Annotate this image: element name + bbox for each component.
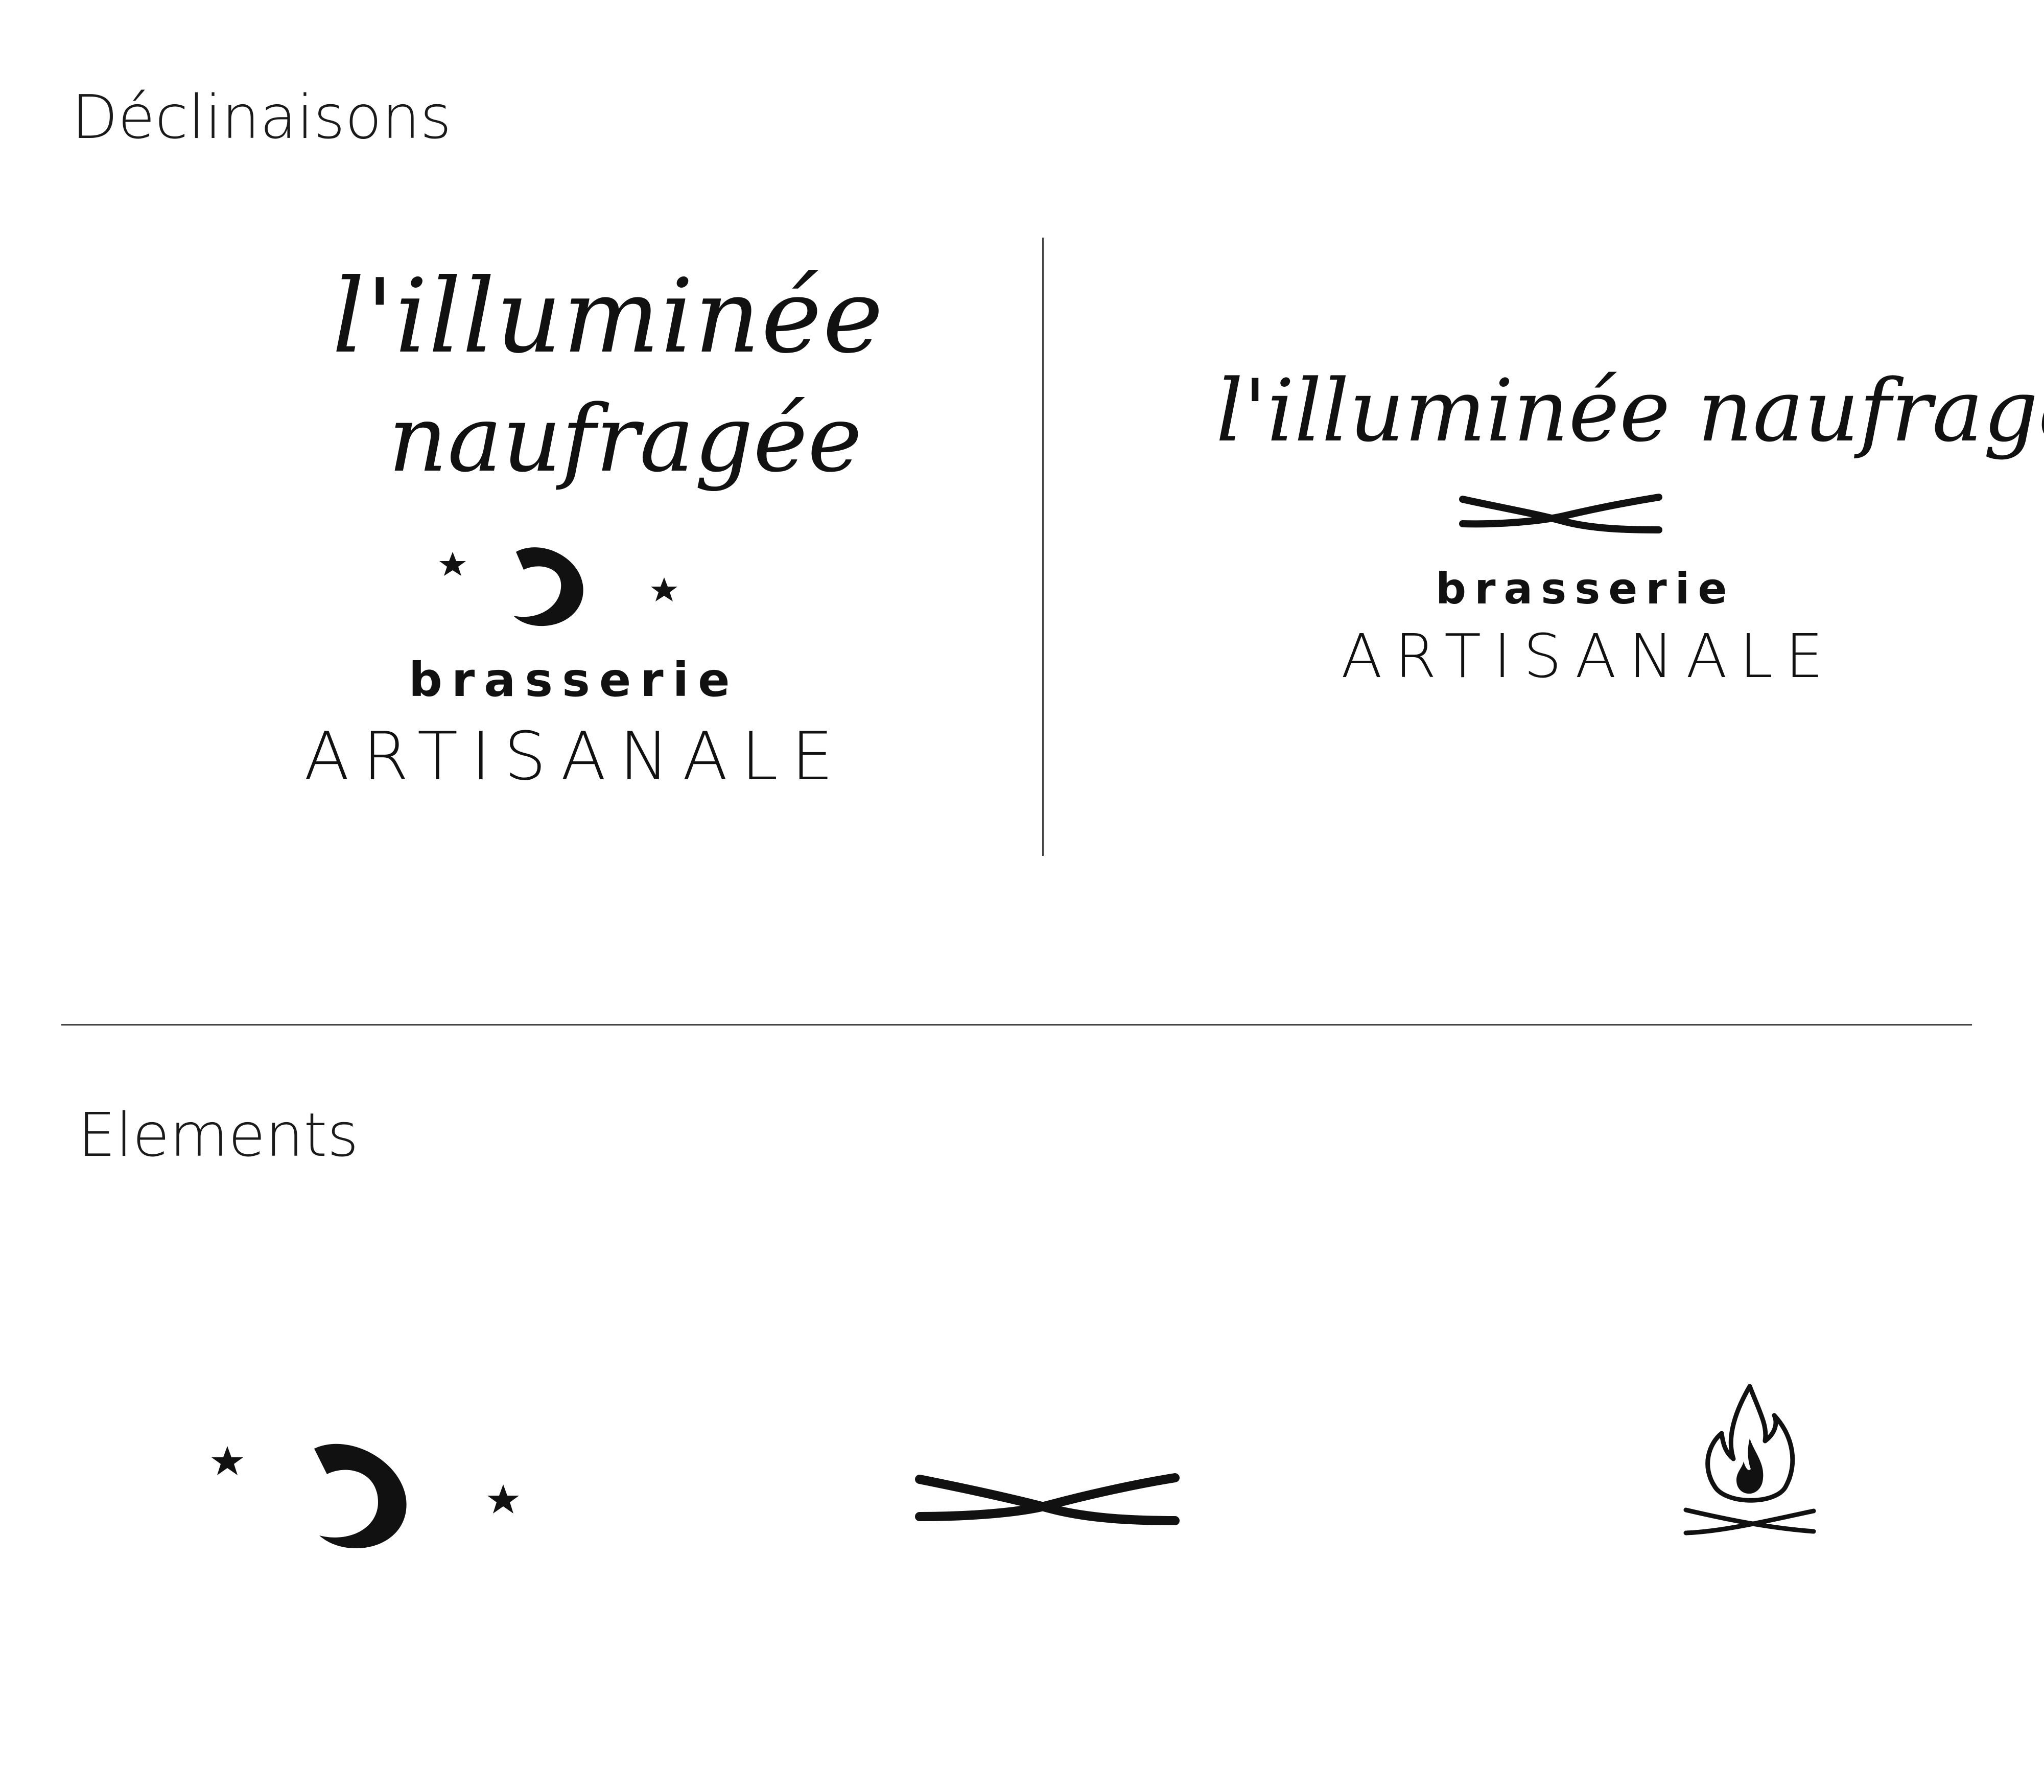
moon-stars-icon: [439, 547, 677, 626]
moon-stars-icon: [212, 1444, 519, 1549]
logo-horizontal-brasserie: brasserie: [1436, 564, 1735, 614]
declinaisons-title: Déclinaisons: [72, 82, 452, 152]
crossed-logs-icon: [915, 1473, 1180, 1525]
logo-stacked-script-line2: naufragée: [388, 386, 862, 493]
logo-horizontal-script: l'illuminée naufragée: [1216, 361, 2044, 461]
logo-stacked-script-line1: l'illuminée: [332, 257, 884, 376]
logo-horizontal-artisanale: ARTISANALE: [1341, 621, 1836, 691]
vertical-divider: [1042, 238, 1044, 856]
logo-stacked-artisanale: ARTISANALE: [304, 717, 847, 795]
horizontal-divider: [61, 1024, 1972, 1026]
crossed-logs-icon: [1459, 494, 1662, 533]
campfire-icon: [1683, 1384, 1816, 1535]
elements-title: Elements: [78, 1100, 359, 1170]
logo-stacked-brasserie: brasserie: [409, 653, 739, 707]
